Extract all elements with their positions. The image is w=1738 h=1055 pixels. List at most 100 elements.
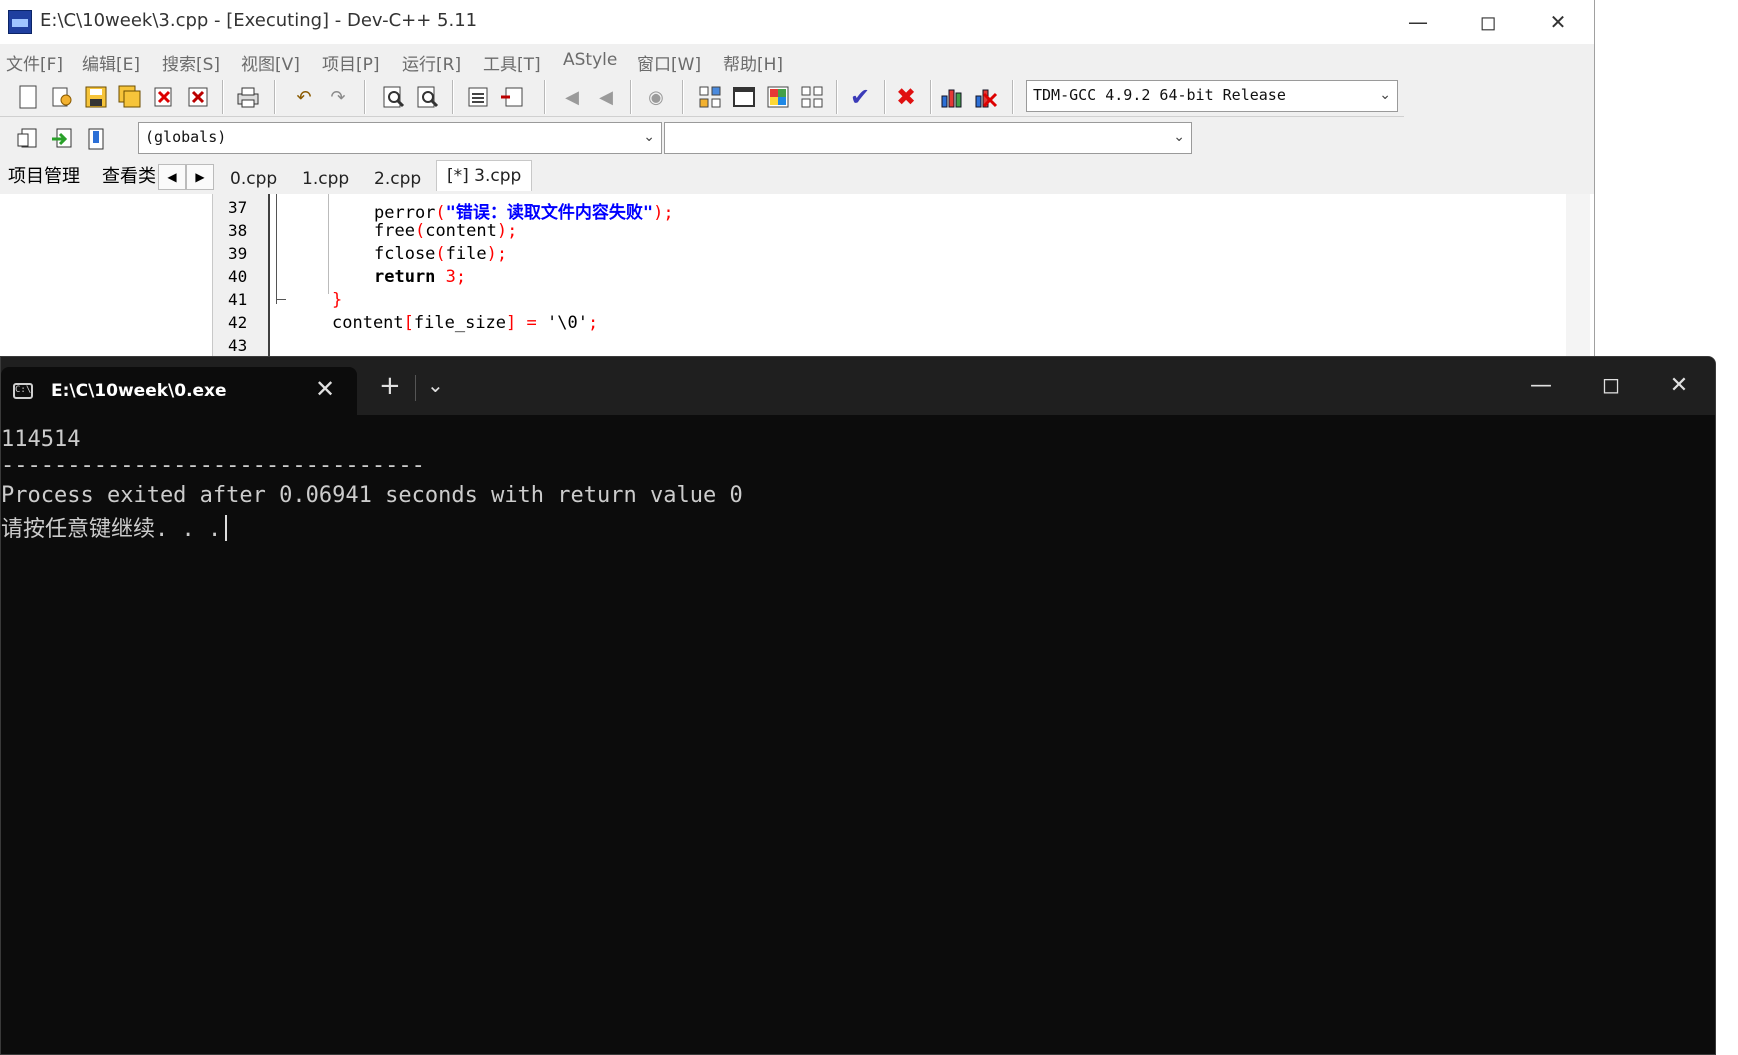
menu-bar: 文件[F] 编辑[E] 搜索[S] 视图[V] 项目[P] 运行[R] 工具[T… [0,46,1594,75]
toggle-bookmark-icon[interactable]: ◉ [642,83,670,111]
chevron-down-icon: ⌄ [643,129,655,145]
fullscreen-icon[interactable] [730,83,758,111]
menu-tools[interactable]: 工具[T] [483,50,541,75]
goto-icon[interactable] [48,125,76,153]
new-file-icon[interactable] [14,83,42,111]
member-select[interactable]: ⌄ [664,122,1192,154]
file-tab-2[interactable]: 2.cpp [364,164,431,194]
devcpp-titlebar: E:\C\10week\3.cpp - [Executing] - Dev-C+… [0,0,1594,44]
delete-profile-icon[interactable] [972,83,1000,111]
code-line-40: return 3; [374,267,467,287]
code-line-39: fclose(file); [374,244,508,264]
code-line-42: content[file_size] = '\0'; [332,313,599,333]
menu-file[interactable]: 文件[F] [6,50,63,75]
minimize-icon[interactable]: — [1388,4,1448,40]
save-all-icon[interactable] [116,83,144,111]
next-bookmark-icon[interactable]: ◀ [592,83,620,111]
color-scheme-icon[interactable] [764,83,792,111]
close-icon[interactable]: ✕ [1649,367,1709,403]
fold-end-mark [276,299,286,300]
console-icon: C:\ [13,383,33,399]
devcpp-window: E:\C\10week\3.cpp - [Executing] - Dev-C+… [0,0,1595,360]
line-number: 39 [228,244,248,263]
chevron-down-icon: ⌄ [1379,87,1391,103]
tab-scroll-right-icon[interactable]: ▶ [186,164,214,190]
new-class-icon[interactable] [696,83,724,111]
profile-icon[interactable] [938,83,966,111]
line-number: 42 [228,313,248,332]
file-tab-0[interactable]: 0.cpp [220,164,287,194]
process-exit-line: Process exited after 0.06941 seconds wit… [1,483,743,508]
tabs-row: 项目管理 查看类 ◀ ▶ 0.cpp 1.cpp 2.cpp [*] 3.cpp [0,160,1594,194]
insert-icon[interactable] [14,125,42,153]
secondary-toolbar: (globals) ⌄ ⌄ [0,118,1194,158]
scope-select-value: (globals) [145,128,227,146]
menu-help[interactable]: 帮助[H] [723,50,783,75]
maximize-icon[interactable]: ◻ [1581,367,1641,403]
menu-edit[interactable]: 编辑[E] [82,50,140,75]
terminal-tab[interactable]: C:\ E:\C\10week\0.exe ✕ [1,367,357,415]
code-editor[interactable]: 37 38 39 40 41 42 43 perror("错误：读取文件内容失败… [218,194,1594,360]
abort-compile-icon[interactable]: ✖ [892,83,920,111]
indent-icon[interactable] [498,83,526,111]
terminal-tab-title: E:\C\10week\0.exe [51,381,227,401]
code-line-41: } [332,290,343,310]
line-number: 40 [228,267,248,286]
goto-line-icon[interactable] [464,83,492,111]
close-tab-icon[interactable]: ✕ [315,375,335,403]
main-toolbar: ↶ ↷ ◀ ◀ ◉ ✔ ✖ TDM-GCC 4.9.2 64-bit Relea… [0,76,1404,117]
maximize-icon[interactable]: ◻ [1458,4,1518,40]
line-number: 38 [228,221,248,240]
menu-search[interactable]: 搜索[S] [162,50,220,75]
line-number: 37 [228,198,248,217]
indent-guide [328,194,329,294]
compiler-select-value: TDM-GCC 4.9.2 64-bit Release [1033,86,1286,104]
line-number: 41 [228,290,248,309]
menu-astyle[interactable]: AStyle [563,50,617,70]
open-file-icon[interactable] [48,83,76,111]
new-tab-icon[interactable]: + [379,371,401,401]
code-line-37: perror("错误：读取文件内容失败"); [374,203,674,223]
print-icon[interactable] [234,83,262,111]
file-tab-3-active[interactable]: [*] 3.cpp [436,160,533,191]
menu-project[interactable]: 项目[P] [322,50,380,75]
chevron-down-icon: ⌄ [1173,129,1185,145]
editor-scrollbar[interactable] [1566,194,1590,360]
terminal-window: C:\ E:\C\10week\0.exe ✕ + ⌄ — ◻ ✕ 114514… [0,356,1716,1055]
window-title: E:\C\10week\3.cpp - [Executing] - Dev-C+… [40,10,478,31]
terminal-output[interactable]: 114514 -------------------------------- … [1,415,1715,1054]
close-icon[interactable]: ✕ [1528,4,1588,40]
tab-project-manager[interactable]: 项目管理 [2,162,86,192]
prev-bookmark-icon[interactable]: ◀ [558,83,586,111]
tile-windows-icon[interactable] [798,83,826,111]
bookmark-icon[interactable] [82,125,110,153]
scope-select[interactable]: (globals) ⌄ [138,122,662,154]
close-file-icon[interactable] [150,83,178,111]
menu-window[interactable]: 窗口[W] [637,50,701,75]
fold-line [276,194,277,304]
tabbar-divider [415,375,416,401]
text-cursor [225,515,228,541]
line-number-gutter: 37 38 39 40 41 42 43 [218,194,270,360]
check-syntax-icon[interactable]: ✔ [846,83,874,111]
project-panel [0,194,213,360]
tab-class-browser[interactable]: 查看类 [96,162,164,192]
save-icon[interactable] [82,83,110,111]
chevron-down-icon[interactable]: ⌄ [427,373,444,397]
tab-scroll-left-icon[interactable]: ◀ [158,164,186,190]
replace-icon[interactable] [414,83,442,111]
undo-icon[interactable]: ↶ [290,83,318,111]
line-number: 43 [228,336,248,355]
menu-view[interactable]: 视图[V] [241,50,300,75]
code-line-38: free(content); [374,221,518,241]
minimize-icon[interactable]: — [1511,367,1571,403]
menu-run[interactable]: 运行[R] [402,50,461,75]
close-all-icon[interactable] [184,83,212,111]
find-icon[interactable] [380,83,408,111]
file-tab-1[interactable]: 1.cpp [292,164,359,194]
devcpp-app-icon [8,10,32,34]
compiler-select[interactable]: TDM-GCC 4.9.2 64-bit Release ⌄ [1026,80,1398,112]
terminal-tabbar: C:\ E:\C\10week\0.exe ✕ + ⌄ — ◻ ✕ [1,357,1715,415]
separator-line: -------------------------------- [1,453,425,478]
redo-icon[interactable]: ↷ [324,83,352,111]
